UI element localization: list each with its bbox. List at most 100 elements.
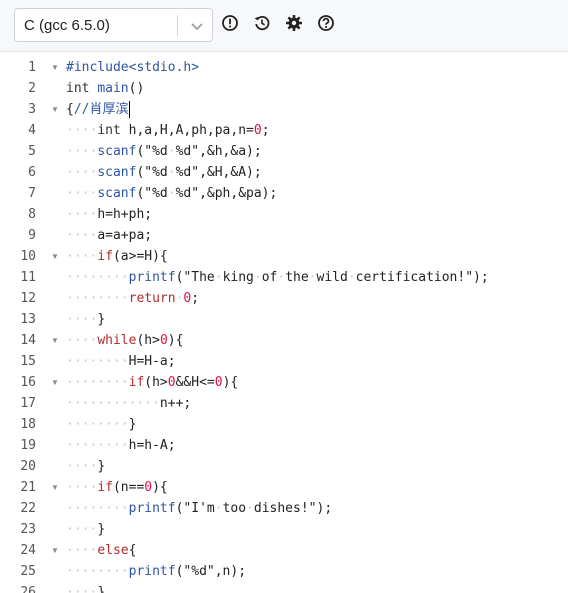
- code-line[interactable]: 15 ········H=H-a;: [0, 351, 568, 372]
- code-line[interactable]: 12 ········return·0;: [0, 288, 568, 309]
- code-line[interactable]: 23 ····}: [0, 519, 568, 540]
- code-line[interactable]: 1 ▼ #include<stdio.h>: [0, 57, 568, 78]
- code-text[interactable]: ············n++;: [66, 393, 191, 414]
- code-line[interactable]: 6 ····scanf("%d·%d",&H,&A);: [0, 162, 568, 183]
- code-text[interactable]: {//肖厚滨: [66, 99, 131, 120]
- code-text[interactable]: ········printf("The·king·of·the·wild·cer…: [66, 267, 489, 288]
- line-number: 2: [28, 81, 36, 96]
- whitespace-marker: ····: [66, 543, 98, 558]
- code-line[interactable]: 16 ▼ ········if(h>0&&H<=0){: [0, 372, 568, 393]
- code-text[interactable]: ····scanf("%d·%d",&H,&A);: [66, 162, 262, 183]
- code-token: printf: [128, 501, 176, 516]
- code-text[interactable]: ····}: [66, 519, 105, 540]
- code-text[interactable]: ····int h,a,H,A,ph,pa,n=0;: [66, 120, 270, 141]
- line-number: 9: [28, 228, 36, 243]
- code-line[interactable]: 2 int main(): [0, 78, 568, 99]
- fold-arrow-icon[interactable]: ▼: [51, 540, 59, 561]
- code-text[interactable]: ····while(h>0){: [66, 330, 183, 351]
- fold-arrow-icon[interactable]: ▼: [51, 246, 59, 267]
- whitespace-marker: ····: [66, 228, 98, 243]
- code-line[interactable]: 11 ········printf("The·king·of·the·wild·c…: [0, 267, 568, 288]
- code-token: h=h+ph;: [97, 207, 153, 222]
- help-icon[interactable]: [317, 14, 335, 32]
- code-editor[interactable]: 1 ▼ #include<stdio.h> 2 int main() 3 ▼ {//肖厚滨 4 ·…: [0, 53, 568, 593]
- chevron-down-icon[interactable]: [189, 18, 205, 34]
- line-number: 23: [20, 522, 36, 537]
- code-line[interactable]: 19 ········h=h-A;: [0, 435, 568, 456]
- code-token: }: [97, 459, 106, 474]
- code-text[interactable]: ········printf("%d",n);: [66, 561, 246, 582]
- info-icon[interactable]: [221, 14, 239, 32]
- code-line[interactable]: 26 ····}: [0, 582, 568, 593]
- code-token: scanf: [97, 144, 137, 159]
- code-text[interactable]: ········H=H-a;: [66, 351, 176, 372]
- code-token: ("I'm: [175, 501, 215, 516]
- code-line[interactable]: 17 ············n++;: [0, 393, 568, 414]
- code-token: if: [97, 249, 113, 264]
- fold-arrow-icon[interactable]: ▼: [51, 372, 59, 393]
- code-line[interactable]: 18 ········}: [0, 414, 568, 435]
- code-token: 0: [214, 375, 223, 390]
- code-text[interactable]: #include<stdio.h>: [66, 57, 199, 78]
- language-label: C (gcc 6.5.0): [24, 17, 110, 34]
- code-text[interactable]: ········printf("I'm·too·dishes!");: [66, 498, 332, 519]
- whitespace-marker: ····: [66, 522, 98, 537]
- code-line[interactable]: 25 ········printf("%d",n);: [0, 561, 568, 582]
- code-line[interactable]: 22 ········printf("I'm·too·dishes!");: [0, 498, 568, 519]
- code-line[interactable]: 5 ····scanf("%d·%d",&h,&a);: [0, 141, 568, 162]
- code-line[interactable]: 20 ····}: [0, 456, 568, 477]
- whitespace-marker: ····: [66, 144, 98, 159]
- fold-arrow-icon[interactable]: ▼: [51, 57, 59, 78]
- code-line[interactable]: 7 ····scanf("%d·%d",&ph,&pa);: [0, 183, 568, 204]
- code-line[interactable]: 14 ▼ ····while(h>0){: [0, 330, 568, 351]
- code-text[interactable]: ····scanf("%d·%d",&h,&a);: [66, 141, 262, 162]
- code-token: dishes!");: [253, 501, 333, 516]
- code-text[interactable]: ····if(n==0){: [66, 477, 168, 498]
- whitespace-marker: ········: [66, 417, 129, 432]
- code-line[interactable]: 8 ····h=h+ph;: [0, 204, 568, 225]
- code-text[interactable]: ····}: [66, 456, 105, 477]
- code-token: h=h-A;: [128, 438, 176, 453]
- line-number: 26: [20, 585, 36, 593]
- line-number: 19: [20, 438, 36, 453]
- whitespace-marker: ············: [66, 396, 160, 411]
- fold-arrow-icon[interactable]: ▼: [51, 330, 59, 351]
- code-text[interactable]: ····a=a+pa;: [66, 225, 152, 246]
- code-text[interactable]: ····}: [66, 582, 105, 593]
- fold-arrow-icon[interactable]: ▼: [51, 477, 59, 498]
- code-token: too: [222, 501, 247, 516]
- code-line[interactable]: 13 ····}: [0, 309, 568, 330]
- whitespace-marker: ········: [66, 291, 129, 306]
- code-token: (h>: [136, 333, 160, 348]
- code-token: (): [128, 81, 145, 96]
- code-text[interactable]: ····h=h+ph;: [66, 204, 152, 225]
- code-token: while: [97, 333, 137, 348]
- code-line[interactable]: 9 ····a=a+pa;: [0, 225, 568, 246]
- code-line[interactable]: 21 ▼ ····if(n==0){: [0, 477, 568, 498]
- code-token: a=a+pa;: [97, 228, 153, 243]
- code-line[interactable]: 3 ▼ {//肖厚滨: [0, 99, 568, 120]
- code-token: the: [285, 270, 309, 285]
- code-text[interactable]: ····scanf("%d·%d",&ph,&pa);: [66, 183, 277, 204]
- code-text[interactable]: ····else{: [66, 540, 136, 561]
- history-icon[interactable]: [253, 14, 271, 32]
- language-select[interactable]: C (gcc 6.5.0): [14, 8, 213, 42]
- gear-icon[interactable]: [285, 14, 303, 32]
- code-text[interactable]: ········h=h-A;: [66, 435, 176, 456]
- code-token: H=H-a;: [128, 354, 176, 369]
- whitespace-marker: ····: [66, 186, 98, 201]
- whitespace-marker: ·: [277, 270, 286, 285]
- code-line[interactable]: 4 ····int h,a,H,A,ph,pa,n=0;: [0, 120, 568, 141]
- whitespace-marker: ····: [66, 459, 98, 474]
- code-text[interactable]: ····}: [66, 309, 105, 330]
- fold-arrow-icon[interactable]: ▼: [51, 99, 59, 120]
- code-line[interactable]: 10 ▼ ····if(a>=H){: [0, 246, 568, 267]
- code-text[interactable]: int main(): [66, 78, 144, 99]
- code-text[interactable]: ········}: [66, 414, 136, 435]
- code-line[interactable]: 24 ▼ ····else{: [0, 540, 568, 561]
- code-text[interactable]: ········if(h>0&&H<=0){: [66, 372, 238, 393]
- code-token: 0: [167, 375, 176, 390]
- code-text[interactable]: ····if(a>=H){: [66, 246, 168, 267]
- code-text[interactable]: ········return·0;: [66, 288, 199, 309]
- code-token: h,a,H,A,ph,pa,n=: [128, 123, 254, 138]
